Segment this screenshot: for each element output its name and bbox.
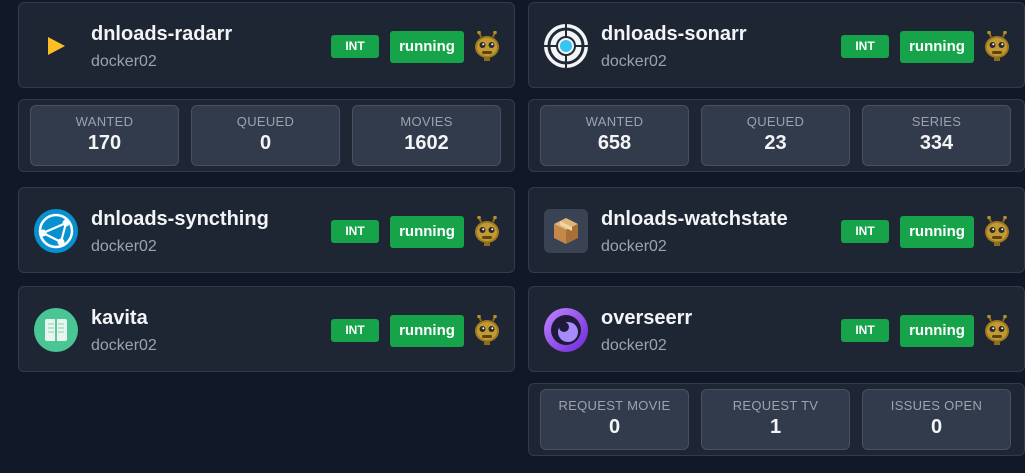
status-badge: running <box>900 315 974 347</box>
service-card-watchstate[interactable]: dnloads-watchstate docker02 INT running <box>528 187 1025 273</box>
int-badge: INT <box>841 220 889 243</box>
stat-value: 658 <box>597 132 632 154</box>
service-name: dnloads-watchstate <box>601 208 788 230</box>
service-card-radarr[interactable]: dnloads-radarr docker02 INT running <box>18 2 515 88</box>
stat-label: REQUEST MOVIE <box>558 398 671 413</box>
service-card-syncthing[interactable]: dnloads-syncthing docker02 INT running <box>18 187 515 273</box>
service-card-sonarr[interactable]: dnloads-sonarr docker02 INT running <box>528 2 1025 88</box>
stat-value: 0 <box>930 416 943 438</box>
service-host: docker02 <box>91 337 157 354</box>
stat-value: 334 <box>919 132 954 154</box>
int-badge: INT <box>331 319 379 342</box>
service-host: docker02 <box>601 337 667 354</box>
robot-bot-icon[interactable] <box>473 30 501 61</box>
stat-value: 0 <box>608 416 621 438</box>
play-triangle-icon <box>33 23 79 69</box>
stat-label: REQUEST TV <box>732 398 819 413</box>
stat-series: SERIES 334 <box>862 105 1011 166</box>
stat-label: ISSUES OPEN <box>890 398 983 413</box>
stat-queued: QUEUED 23 <box>701 105 850 166</box>
stat-label: MOVIES <box>400 114 453 129</box>
stat-value: 170 <box>87 132 122 154</box>
status-badge: running <box>900 216 974 248</box>
radarr-stats-panel: WANTED 170 QUEUED 0 MOVIES 1602 <box>18 99 515 172</box>
service-name: dnloads-sonarr <box>601 23 747 45</box>
sonarr-ring-icon <box>543 23 589 69</box>
stat-label: QUEUED <box>746 114 805 129</box>
service-name: overseerr <box>601 307 693 329</box>
service-name: kavita <box>91 307 148 329</box>
stat-value: 0 <box>259 132 272 154</box>
status-badge: running <box>390 315 464 347</box>
service-host: docker02 <box>91 238 157 255</box>
service-name: dnloads-syncthing <box>91 208 269 230</box>
service-card-overseerr[interactable]: overseerr docker02 INT running <box>528 286 1025 372</box>
overseerr-eye-icon <box>543 307 589 353</box>
robot-bot-icon[interactable] <box>473 314 501 345</box>
robot-bot-icon[interactable] <box>983 30 1011 61</box>
service-host: docker02 <box>91 53 157 70</box>
stat-wanted: WANTED 658 <box>540 105 689 166</box>
stat-value: 1 <box>769 416 782 438</box>
stat-request-movie: REQUEST MOVIE 0 <box>540 389 689 450</box>
service-card-kavita[interactable]: kavita docker02 INT running <box>18 286 515 372</box>
service-host: docker02 <box>601 238 667 255</box>
service-name: dnloads-radarr <box>91 23 233 45</box>
stat-value: 23 <box>764 132 787 154</box>
int-badge: INT <box>841 35 889 58</box>
stat-label: QUEUED <box>236 114 295 129</box>
status-badge: running <box>900 31 974 63</box>
stat-wanted: WANTED 170 <box>30 105 179 166</box>
stat-label: WANTED <box>585 114 644 129</box>
int-badge: INT <box>331 220 379 243</box>
robot-bot-icon[interactable] <box>983 314 1011 345</box>
service-host: docker02 <box>601 53 667 70</box>
stat-label: SERIES <box>911 114 962 129</box>
stat-queued: QUEUED 0 <box>191 105 340 166</box>
stat-issues-open: ISSUES OPEN 0 <box>862 389 1011 450</box>
stat-label: WANTED <box>75 114 134 129</box>
package-box-icon <box>543 208 589 254</box>
stat-request-tv: REQUEST TV 1 <box>701 389 850 450</box>
status-badge: running <box>390 31 464 63</box>
stat-value: 1602 <box>404 132 449 154</box>
open-book-icon <box>33 307 79 353</box>
robot-bot-icon[interactable] <box>473 215 501 246</box>
sonarr-stats-panel: WANTED 658 QUEUED 23 SERIES 334 <box>528 99 1025 172</box>
status-badge: running <box>390 216 464 248</box>
overseerr-stats-panel: REQUEST MOVIE 0 REQUEST TV 1 ISSUES OPEN… <box>528 383 1025 456</box>
stat-movies: MOVIES 1602 <box>352 105 501 166</box>
syncthing-network-icon <box>33 208 79 254</box>
int-badge: INT <box>841 319 889 342</box>
robot-bot-icon[interactable] <box>983 215 1011 246</box>
int-badge: INT <box>331 35 379 58</box>
